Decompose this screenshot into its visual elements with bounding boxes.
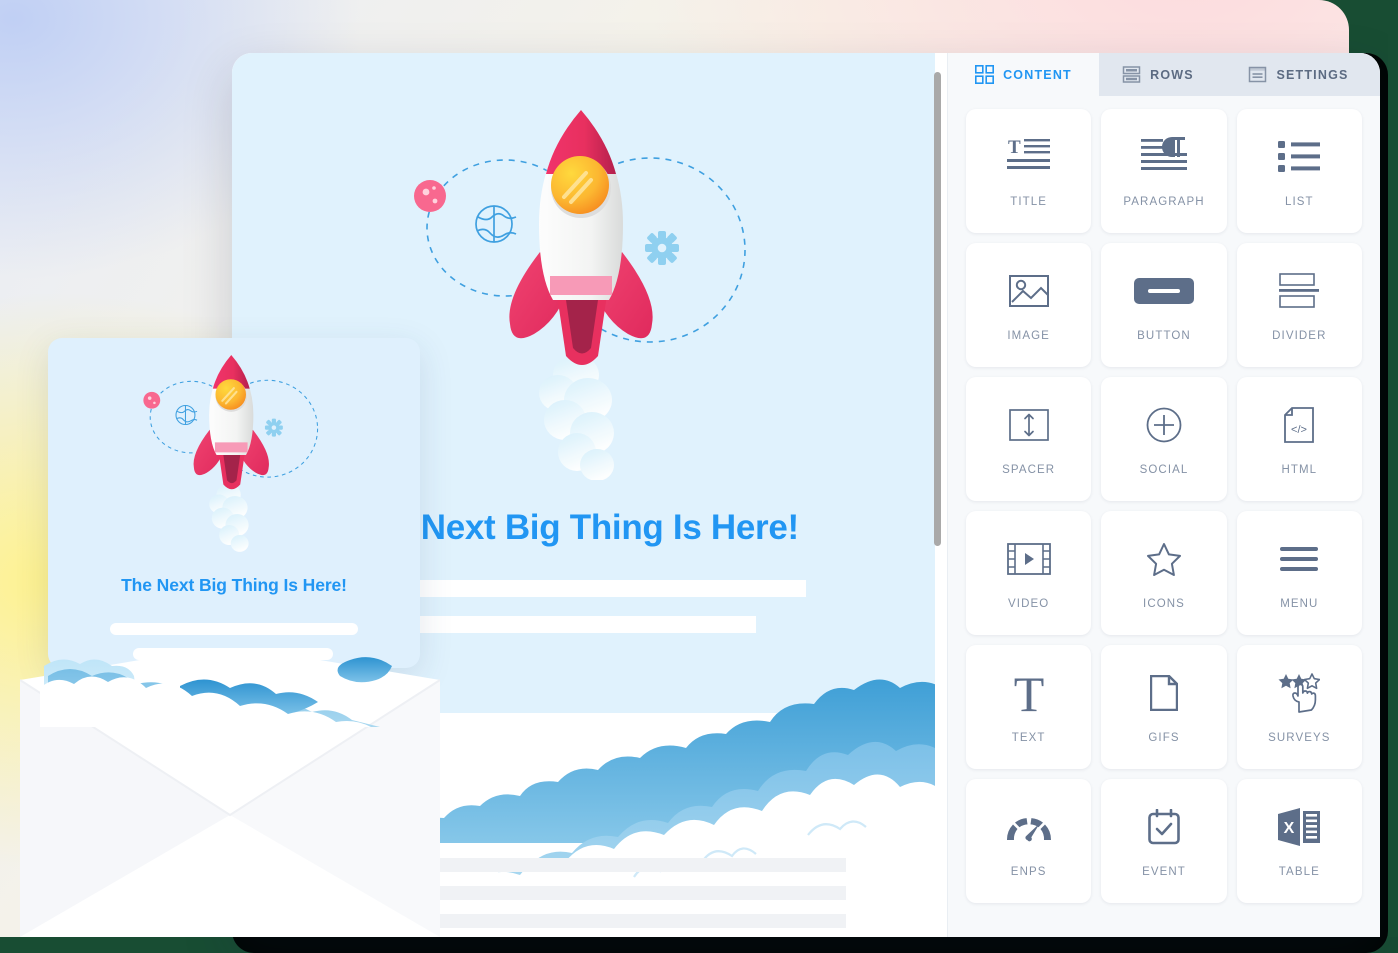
vertical-scrollbar[interactable] — [934, 72, 941, 546]
block-label: ENPS — [1010, 866, 1047, 878]
tab-rows[interactable]: ROWS — [1099, 53, 1217, 96]
block-table[interactable]: X TABLE — [1236, 779, 1362, 903]
block-spacer[interactable]: SPACER — [966, 377, 1092, 501]
block-label: PARAGRAPH — [1123, 196, 1205, 208]
email-body-placeholder-bar — [440, 886, 846, 900]
block-button[interactable]: BUTTON — [1101, 243, 1227, 367]
paragraph-icon — [1140, 134, 1187, 180]
block-list[interactable]: LIST — [1236, 109, 1362, 233]
block-label: TABLE — [1278, 866, 1320, 878]
html-file-icon: </> — [1284, 402, 1315, 448]
block-surveys[interactable]: SURVEYS — [1236, 645, 1362, 769]
block-video[interactable]: VIDEO — [966, 511, 1092, 635]
window-right-edge-shadow — [1388, 0, 1398, 937]
block-event[interactable]: EVENT — [1101, 779, 1227, 903]
block-label: SURVEYS — [1268, 732, 1331, 744]
button-icon — [1133, 268, 1194, 314]
block-label: MENU — [1280, 598, 1319, 610]
svg-text:T: T — [1013, 671, 1044, 715]
tab-settings[interactable]: SETTINGS — [1217, 53, 1380, 96]
block-image[interactable]: IMAGE — [966, 243, 1092, 367]
block-divider[interactable]: DIVIDER — [1236, 243, 1362, 367]
settings-icon — [1249, 66, 1267, 83]
divider-icon — [1279, 268, 1320, 314]
editor-tab-bar: CONTENT ROWS SETTINGS — [948, 53, 1380, 96]
svg-text:X: X — [1284, 820, 1295, 837]
block-menu[interactable]: MENU — [1236, 511, 1362, 635]
hamburger-menu-icon — [1280, 536, 1319, 582]
block-title[interactable]: T TITLE — [966, 109, 1092, 233]
block-label: GIFS — [1148, 732, 1180, 744]
tab-content[interactable]: CONTENT — [948, 53, 1099, 96]
rocket-launch-illustration — [414, 110, 746, 480]
spacer-icon — [1008, 402, 1049, 448]
email-headline[interactable]: The Next Big Thing Is Here! — [350, 508, 948, 548]
block-label: IMAGE — [1007, 330, 1050, 342]
tab-settings-label: SETTINGS — [1276, 67, 1349, 82]
content-blocks-grid: T TITLE PARAGRAPH LIST IMAGE BUTTON DIVI… — [948, 96, 1380, 937]
star-icon — [1146, 536, 1182, 582]
survey-stars-hand-icon — [1278, 670, 1321, 716]
list-icon — [1278, 134, 1321, 180]
block-label: EVENT — [1142, 866, 1186, 878]
mobile-text-placeholder-bar — [110, 623, 358, 635]
block-enps[interactable]: ENPS — [966, 779, 1092, 903]
block-label: HTML — [1281, 464, 1318, 476]
block-social[interactable]: SOCIAL — [1101, 377, 1227, 501]
title-icon: T — [1006, 134, 1051, 180]
block-icons[interactable]: ICONS — [1101, 511, 1227, 635]
rocket-launch-illustration — [143, 355, 319, 552]
svg-text:T: T — [1008, 137, 1021, 158]
tab-rows-label: ROWS — [1150, 67, 1194, 82]
block-paragraph[interactable]: PARAGRAPH — [1101, 109, 1227, 233]
rows-icon — [1122, 66, 1141, 83]
envelope-clouds-illustration — [40, 657, 392, 727]
block-gifs[interactable]: GIFS — [1101, 645, 1227, 769]
calendar-check-icon — [1148, 804, 1180, 850]
gauge-icon — [1006, 804, 1052, 850]
block-label: TEXT — [1011, 732, 1046, 744]
email-body-placeholder-bar — [440, 858, 846, 872]
excel-table-icon: X — [1278, 804, 1321, 850]
video-icon — [1006, 536, 1051, 582]
block-label: BUTTON — [1137, 330, 1191, 342]
gif-file-icon — [1149, 670, 1178, 716]
block-label: SOCIAL — [1139, 464, 1189, 476]
tab-content-label: CONTENT — [1003, 67, 1072, 82]
block-label: VIDEO — [1008, 598, 1050, 610]
block-label: DIVIDER — [1272, 330, 1327, 342]
email-body-placeholder-bar — [440, 914, 846, 928]
block-label: SPACER — [1002, 464, 1056, 476]
block-text[interactable]: T TEXT — [966, 645, 1092, 769]
mobile-email-headline[interactable]: The Next Big Thing Is Here! — [48, 575, 420, 596]
block-html[interactable]: </> HTML — [1236, 377, 1362, 501]
image-icon — [1008, 268, 1049, 314]
text-t-icon: T — [1007, 670, 1051, 716]
block-label: TITLE — [1010, 196, 1048, 208]
grid-icon — [975, 65, 995, 84]
social-plus-icon — [1146, 402, 1182, 448]
block-label: ICONS — [1143, 598, 1185, 610]
mobile-email-preview-card[interactable]: The Next Big Thing Is Here! — [48, 338, 420, 668]
editor-sidebar-panel: CONTENT ROWS SETTINGS T TITLE PARAGRAPH … — [948, 53, 1380, 937]
svg-text:</>: </> — [1291, 424, 1307, 436]
block-label: LIST — [1284, 196, 1314, 208]
